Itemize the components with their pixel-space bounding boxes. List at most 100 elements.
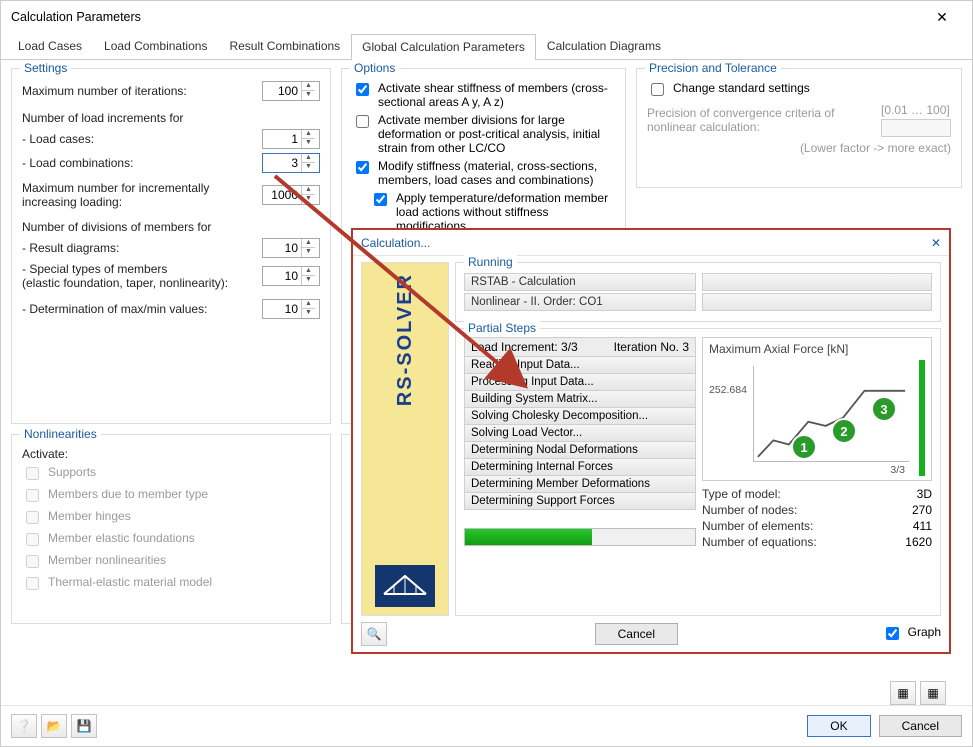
running-panel: Running RSTAB - Calculation Nonlinear - … bbox=[455, 262, 941, 322]
magnifier-icon[interactable]: 🔍 bbox=[361, 622, 387, 646]
titlebar: Calculation Parameters ✕ bbox=[1, 1, 972, 33]
axial-x-label: 3/3 bbox=[890, 464, 905, 476]
result-tools: ▦ ▦ bbox=[636, 677, 962, 705]
kv-elem-label: Number of elements: bbox=[702, 519, 913, 533]
kv-eq-label: Number of equations: bbox=[702, 535, 905, 549]
spin-up-icon[interactable]: ▲ bbox=[302, 82, 315, 91]
dlg-footer: 🔍 Cancel Graph bbox=[353, 616, 949, 652]
window-title: Calculation Parameters bbox=[11, 10, 922, 24]
activate-label: Activate: bbox=[22, 447, 320, 461]
result-diag-input[interactable]: ▲▼ bbox=[262, 238, 320, 258]
result-diag-label: - Result diagrams: bbox=[22, 241, 256, 255]
chk-member-nonlin: Member nonlinearities bbox=[22, 553, 320, 571]
ring-1: 1 bbox=[791, 434, 817, 460]
help-icon[interactable]: ❔ bbox=[11, 714, 37, 738]
kv-model: 3D bbox=[917, 487, 932, 501]
tab-calc-diagrams[interactable]: Calculation Diagrams bbox=[536, 33, 672, 59]
ok-button[interactable]: OK bbox=[807, 715, 870, 737]
axial-y-label: 252.684 bbox=[709, 384, 747, 396]
chk-change-settings[interactable]: Change standard settings bbox=[647, 81, 951, 99]
conv-label: Precision of convergence criteria of non… bbox=[647, 106, 875, 135]
running-blank-0 bbox=[702, 273, 932, 291]
precision-title: Precision and Tolerance bbox=[645, 61, 781, 75]
dlg-cancel-button[interactable]: Cancel bbox=[595, 623, 678, 645]
load-cases-input[interactable]: ▲▼ bbox=[262, 129, 320, 149]
calculation-dialog: Calculation... ✕ RS-SOLVER Running RSTA bbox=[351, 228, 951, 654]
chk-member-hinges: Member hinges bbox=[22, 509, 320, 527]
kv-elem: 411 bbox=[913, 519, 932, 533]
running-title: Running bbox=[464, 255, 517, 269]
step-8: Determining Support Forces bbox=[464, 493, 696, 510]
options-title: Options bbox=[350, 61, 399, 75]
dlg-titlebar: Calculation... ✕ bbox=[353, 230, 949, 256]
load-combos-label: - Load combinations: bbox=[22, 156, 256, 170]
settings-group: Settings Maximum number of iterations: ▲… bbox=[11, 68, 331, 424]
ring-2: 2 bbox=[831, 418, 857, 444]
step-5: Determining Nodal Deformations bbox=[464, 442, 696, 459]
calc-params-window: Calculation Parameters ✕ Load Cases Load… bbox=[0, 0, 973, 747]
step-2: Building System Matrix... bbox=[464, 391, 696, 408]
max-iter-input[interactable]: ▲▼ bbox=[262, 81, 320, 101]
tool-icon-2[interactable]: ▦ bbox=[920, 681, 946, 705]
axial-box: Maximum Axial Force [kN] 252.684 bbox=[702, 337, 932, 481]
conv-hint: (Lower factor -> more exact) bbox=[800, 141, 951, 155]
tab-load-combinations[interactable]: Load Combinations bbox=[93, 33, 218, 59]
load-cases-label: - Load cases: bbox=[22, 132, 256, 146]
chk-members-type: Members due to member type bbox=[22, 487, 320, 505]
step-6: Determining Internal Forces bbox=[464, 459, 696, 476]
ring-3: 3 bbox=[871, 396, 897, 422]
maxmin-input[interactable]: ▲▼ bbox=[262, 299, 320, 319]
special-label: - Special types of members (elastic foun… bbox=[22, 262, 256, 291]
step-4: Solving Load Vector... bbox=[464, 425, 696, 442]
dlg-title: Calculation... bbox=[361, 236, 931, 250]
divisions-header: Number of divisions of members for bbox=[22, 220, 320, 234]
max-incr-label: Maximum number for incrementally increas… bbox=[22, 181, 256, 210]
dlg-close-icon[interactable]: ✕ bbox=[931, 236, 941, 250]
kv-nodes-label: Number of nodes: bbox=[702, 503, 912, 517]
precision-group: Precision and Tolerance Change standard … bbox=[636, 68, 962, 188]
chk-apply-temp[interactable]: Apply temperature/deformation member loa… bbox=[370, 191, 615, 233]
conv-range: [0.01 … 100] bbox=[881, 103, 950, 117]
open-icon[interactable]: 📂 bbox=[41, 714, 67, 738]
close-icon[interactable]: ✕ bbox=[922, 9, 962, 26]
axial-title: Maximum Axial Force [kN] bbox=[709, 342, 848, 356]
cancel-button[interactable]: Cancel bbox=[879, 715, 962, 737]
chk-supports: Supports bbox=[22, 465, 320, 483]
partial-steps-panel: Partial Steps Load Increment: 3/3 Iterat… bbox=[455, 328, 941, 616]
step-3: Solving Cholesky Decomposition... bbox=[464, 408, 696, 425]
step-1: Processing Input Data... bbox=[464, 374, 696, 391]
nonlin-title: Nonlinearities bbox=[20, 427, 101, 441]
chk-shear[interactable]: Activate shear stiffness of members (cro… bbox=[352, 81, 615, 109]
maxmin-label: - Determination of max/min values: bbox=[22, 302, 256, 316]
tool-icon-1[interactable]: ▦ bbox=[890, 681, 916, 705]
max-iter-label: Maximum number of iterations: bbox=[22, 84, 256, 98]
tab-result-combinations[interactable]: Result Combinations bbox=[218, 33, 351, 59]
solver-logo-icon bbox=[375, 565, 435, 607]
iter-label: Iteration No. 3 bbox=[614, 340, 689, 354]
chk-modify[interactable]: Modify stiffness (material, cross-sectio… bbox=[352, 159, 615, 187]
running-row-1: Nonlinear - II. Order: CO1 bbox=[464, 293, 696, 311]
spin-down-icon[interactable]: ▼ bbox=[302, 91, 315, 100]
load-combos-input[interactable]: ▲▼ bbox=[262, 153, 320, 173]
max-incr-input[interactable]: ▲▼ bbox=[262, 185, 320, 205]
footer: ❔ 📂 💾 OK Cancel bbox=[1, 705, 972, 746]
solver-label: RS-SOLVER bbox=[394, 273, 417, 406]
graph-checkbox[interactable]: Graph bbox=[882, 625, 941, 643]
partial-title: Partial Steps bbox=[464, 321, 540, 335]
tab-load-cases[interactable]: Load Cases bbox=[7, 33, 93, 59]
step-7: Determining Member Deformations bbox=[464, 476, 696, 493]
tabstrip: Load Cases Load Combinations Result Comb… bbox=[1, 33, 972, 60]
kv-model-label: Type of model: bbox=[702, 487, 917, 501]
incr-header: Number of load increments for bbox=[22, 111, 320, 125]
progress-bar bbox=[464, 528, 696, 546]
kv-eq: 1620 bbox=[905, 535, 932, 549]
chk-divisions[interactable]: Activate member divisions for large defo… bbox=[352, 113, 615, 155]
axial-plot: 252.684 3/3 1 2 bbox=[709, 360, 925, 476]
conv-input bbox=[881, 119, 951, 137]
special-input[interactable]: ▲▼ bbox=[262, 266, 320, 286]
nonlinearities-group: Nonlinearities Activate: Supports Member… bbox=[11, 434, 331, 624]
solver-image: RS-SOLVER bbox=[361, 262, 449, 616]
tab-global-calc-params[interactable]: Global Calculation Parameters bbox=[351, 34, 536, 60]
save-icon[interactable]: 💾 bbox=[71, 714, 97, 738]
chk-elastic-found: Member elastic foundations bbox=[22, 531, 320, 549]
